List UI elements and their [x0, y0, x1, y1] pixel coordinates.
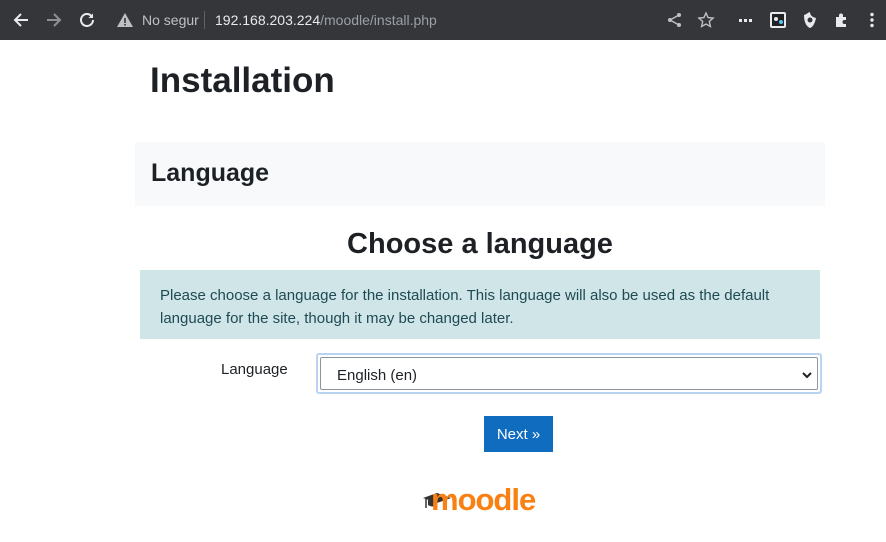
- reload-icon[interactable]: [75, 8, 99, 32]
- security-status[interactable]: No segur: [142, 11, 199, 29]
- language-label: Language: [221, 361, 288, 378]
- page-title: Installation: [150, 61, 335, 100]
- extension-shield-icon[interactable]: [798, 8, 822, 32]
- url-path: /moodle/install.php: [320, 12, 437, 28]
- moodle-logo-text: moodle: [431, 482, 536, 517]
- language-section-header: Language: [135, 142, 825, 206]
- moodle-logo: moodle: [422, 482, 540, 522]
- chevron-down-icon: [802, 372, 812, 379]
- language-select-box[interactable]: English (en): [320, 357, 818, 390]
- info-alert-text: Please choose a language for the install…: [160, 287, 770, 327]
- extension-dots-icon[interactable]: [734, 8, 758, 32]
- warning-icon[interactable]: [116, 11, 134, 29]
- back-arrow-icon[interactable]: [9, 8, 33, 32]
- language-select-value: English (en): [337, 367, 418, 384]
- browser-toolbar: No segur 192.168.203.224/moodle/install.…: [0, 0, 886, 40]
- share-icon[interactable]: [663, 8, 687, 32]
- language-select[interactable]: English (en): [316, 353, 822, 394]
- star-icon[interactable]: [694, 8, 718, 32]
- url-host: 192.168.203.224: [215, 12, 321, 28]
- info-alert: Please choose a language for the install…: [140, 270, 820, 339]
- address-bar-url[interactable]: 192.168.203.224/moodle/install.php: [215, 11, 437, 29]
- puzzle-icon[interactable]: [830, 8, 854, 32]
- next-button[interactable]: Next »: [484, 416, 553, 452]
- forward-arrow-icon[interactable]: [42, 8, 66, 32]
- kebab-menu-icon[interactable]: [860, 8, 884, 32]
- address-separator: [204, 11, 205, 29]
- choose-language-heading: Choose a language: [347, 228, 613, 260]
- extension-badge-icon[interactable]: [766, 8, 790, 32]
- section-title: Language: [151, 159, 270, 187]
